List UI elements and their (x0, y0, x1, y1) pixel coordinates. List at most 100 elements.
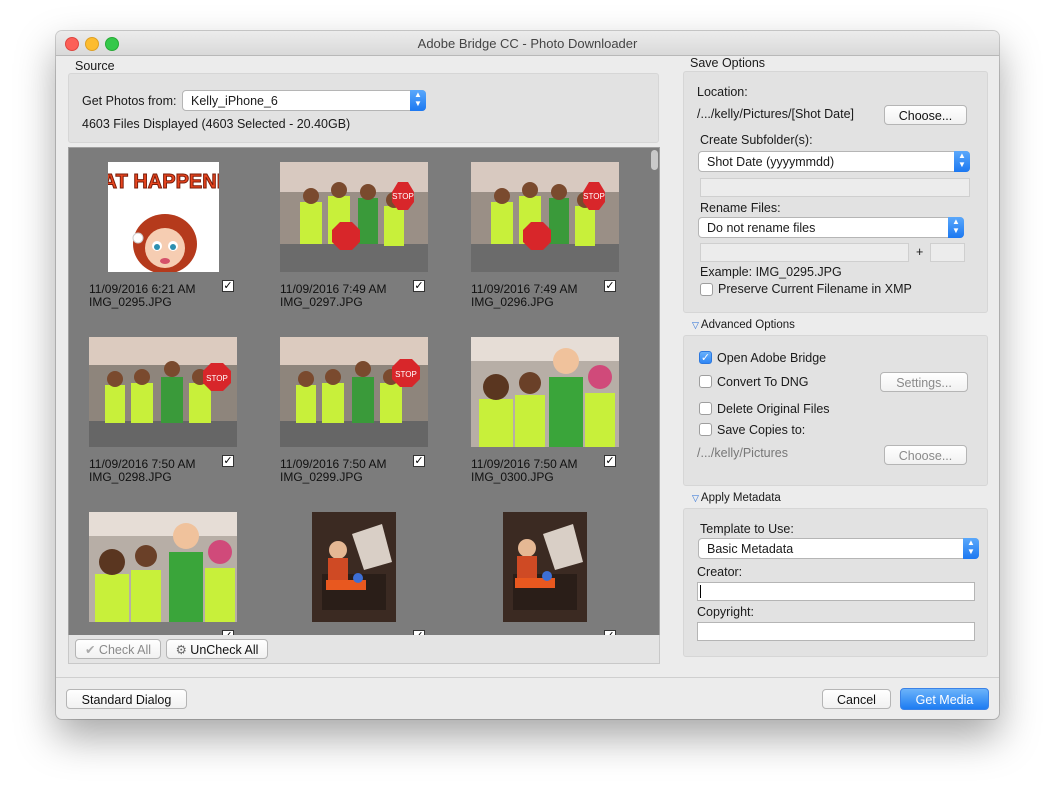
open-bridge-label: Open Adobe Bridge (717, 351, 827, 365)
thumbnail-filename: IMG_0298.JPG (89, 470, 172, 484)
cancel-button[interactable]: Cancel (822, 689, 891, 709)
thumbnail-checkbox[interactable]: ✓ (222, 455, 234, 467)
thumbnail-image: WHAT HAPPENED? (108, 162, 219, 272)
what-happened-text: WHAT HAPPENED? (108, 171, 219, 193)
files-displayed-status: 4603 Files Displayed (4603 Selected - 20… (82, 117, 351, 131)
convert-dng-checkbox[interactable] (699, 375, 712, 388)
thumbnail-checkbox[interactable]: ✓ (604, 455, 616, 467)
subfolder-select[interactable]: Shot Date (yyyymmdd) ▲ ▼ (698, 151, 970, 172)
kids-stop-sign-photo: STOP (89, 337, 237, 447)
text-cursor (700, 585, 701, 598)
dng-settings-button[interactable]: Settings... (880, 372, 968, 392)
advanced-options-toggle[interactable]: ▽ Advanced Options (692, 319, 795, 331)
thumbnail-filename: IMG_0300.JPG (471, 470, 554, 484)
thumbnail-grid[interactable]: WHAT HAPPENED? 11/09/2016 6:21 AM ✓ IMG_… (68, 147, 660, 636)
kids-vests-photo (471, 337, 619, 447)
apply-metadata-group: Template to Use: Basic Metadata ▲ ▼ Creat… (683, 508, 988, 657)
rename-text-field (700, 243, 909, 262)
stop-sign-text: STOP (392, 192, 414, 201)
kids-stop-sign-photo: STOP (471, 162, 619, 272)
kids-stop-sign-photo: STOP (280, 337, 428, 447)
copyright-input[interactable] (697, 622, 975, 641)
thumbnail-checkbox[interactable]: ✓ (222, 280, 234, 292)
thumbnail-image (312, 512, 396, 622)
cartoon-girl-image: WHAT HAPPENED? (108, 171, 219, 272)
thumbnail-checkbox[interactable]: ✓ (413, 455, 425, 467)
advanced-options-heading: Advanced Options (700, 319, 795, 331)
open-bridge-checkbox[interactable]: ✓ (699, 351, 712, 364)
creator-input[interactable] (697, 582, 975, 601)
thumbnail-checkbox[interactable]: ✓ (604, 280, 616, 292)
subfolder-label: Create Subfolder(s): (700, 133, 813, 147)
copyright-label: Copyright: (697, 605, 754, 619)
footer-divider (56, 677, 999, 678)
save-options-group: Location: /.../kelly/Pictures/[Shot Date… (683, 71, 988, 313)
thumbnail-filename: IMG_0296.JPG (471, 295, 554, 309)
title-bar: Adobe Bridge CC - Photo Downloader (56, 31, 999, 56)
child-couch-photo (312, 512, 396, 622)
device-select[interactable]: Kelly_iPhone_6 ▲ ▼ (182, 90, 426, 111)
rename-files-select-value: Do not rename files (707, 221, 816, 235)
check-all-label: Check All (98, 643, 152, 657)
uncheck-all-label: UnCheck All (190, 643, 259, 657)
thumbnail-filename: IMG_0299.JPG (280, 470, 363, 484)
check-icon: ✔ (84, 643, 99, 657)
location-path: /.../kelly/Pictures/[Shot Date] (697, 107, 855, 121)
save-copies-checkbox[interactable] (699, 423, 712, 436)
grid-scrollbar-thumb[interactable] (651, 150, 658, 170)
chevron-updown-icon: ▲ ▼ (410, 90, 426, 111)
source-heading: Source (75, 59, 115, 73)
rename-example: Example: IMG_0295.JPG (700, 265, 842, 279)
copies-choose-button[interactable]: Choose... (884, 445, 967, 465)
thumbnail-image (471, 337, 619, 447)
kids-stop-sign-photo: STOP (280, 162, 428, 272)
template-select[interactable]: Basic Metadata ▲ ▼ (698, 538, 979, 559)
rename-number-field (930, 243, 965, 262)
uncheck-all-button[interactable]: ⚙ UnCheck All (166, 639, 268, 659)
preserve-filename-checkbox[interactable] (700, 283, 713, 296)
delete-originals-checkbox[interactable] (699, 402, 712, 415)
child-couch-photo (503, 512, 587, 622)
template-select-value: Basic Metadata (707, 542, 794, 556)
preserve-filename-label: Preserve Current Filename in XMP (718, 282, 912, 296)
subfolder-select-value: Shot Date (yyyymmdd) (707, 155, 835, 169)
subfolder-custom-field (700, 178, 970, 197)
standard-dialog-button[interactable]: Standard Dialog (66, 689, 187, 709)
save-copies-label: Save Copies to: (717, 423, 806, 437)
save-copies-path: /.../kelly/Pictures (697, 446, 788, 460)
apply-metadata-toggle[interactable]: ▽ Apply Metadata (692, 492, 781, 504)
photo-downloader-window: Adobe Bridge CC - Photo Downloader Sourc… (56, 31, 999, 719)
rename-files-label: Rename Files: (700, 201, 781, 215)
device-select-value: Kelly_iPhone_6 (191, 94, 278, 108)
thumbnail-filename: IMG_0295.JPG (89, 295, 172, 309)
advanced-options-group: ✓ Open Adobe Bridge Convert To DNG Setti… (683, 335, 988, 486)
rename-files-select[interactable]: Do not rename files ▲ ▼ (698, 217, 964, 238)
save-options-heading: Save Options (690, 56, 766, 70)
uncheck-icon: ⚙ (175, 643, 191, 657)
plus-label: + (916, 245, 924, 259)
thumbnail-filename: IMG_0297.JPG (280, 295, 363, 309)
kids-vests-photo (89, 512, 237, 622)
thumbnail-image: STOP (280, 162, 428, 272)
get-media-button[interactable]: Get Media (900, 688, 989, 710)
check-all-button[interactable]: ✔ Check All (75, 639, 161, 659)
chevron-updown-icon: ▲ ▼ (954, 151, 970, 172)
source-group: Get Photos from: Kelly_iPhone_6 ▲ ▼ 4603 … (68, 73, 659, 143)
thumbnail-image: STOP (471, 162, 619, 272)
convert-dng-label: Convert To DNG (717, 375, 809, 389)
location-choose-button[interactable]: Choose... (884, 105, 967, 125)
thumbnail-image (89, 512, 237, 622)
disclosure-triangle-icon: ▽ (692, 493, 699, 503)
delete-originals-label: Delete Original Files (717, 402, 830, 416)
thumbnail-image (503, 512, 587, 622)
chevron-updown-icon: ▲ ▼ (948, 217, 964, 238)
thumbnail-checkbox[interactable]: ✓ (413, 280, 425, 292)
stop-sign-text: STOP (395, 370, 417, 379)
location-label: Location: (697, 85, 748, 99)
window-title: Adobe Bridge CC - Photo Downloader (417, 36, 638, 51)
stop-sign-text: STOP (583, 192, 605, 201)
get-photos-label: Get Photos from: (82, 94, 177, 108)
thumbnail-image: STOP (280, 337, 428, 447)
disclosure-triangle-icon: ▽ (692, 320, 699, 330)
apply-metadata-heading: Apply Metadata (700, 492, 781, 504)
